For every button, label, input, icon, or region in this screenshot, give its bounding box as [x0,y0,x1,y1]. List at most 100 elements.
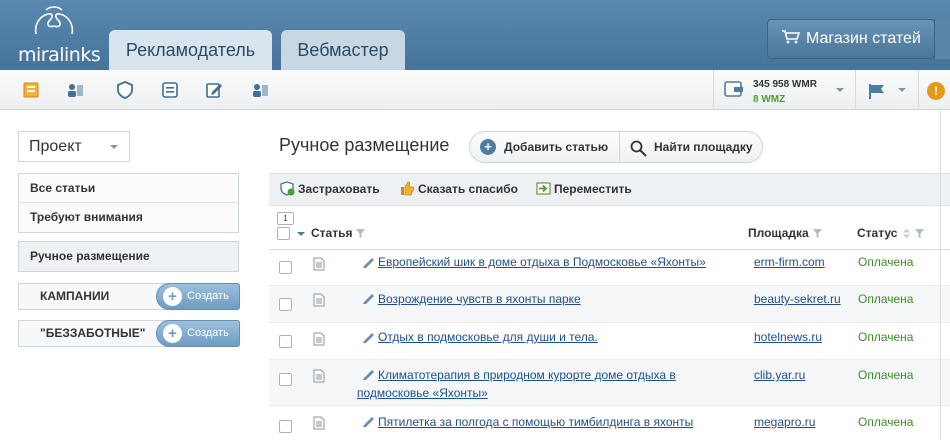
articles-icon[interactable] [22,81,40,99]
toolbar-divider [855,70,856,110]
toolbar-divider [918,70,919,110]
cart-icon [782,30,800,44]
row-checkbox[interactable] [279,298,292,311]
create-campaign-button[interactable]: + Создать [156,283,240,310]
pencil-icon[interactable] [362,292,375,304]
search-icon [630,140,647,157]
sidebar-article-filters: Все статьи Требуют внимания [18,173,239,233]
sidebar-campaigns[interactable]: КАМПАНИИ + Создать [18,283,240,310]
table-row: Европейский шик в доме отдыха в Подмоско… [269,250,950,286]
find-site-label: Найти площадку [654,140,753,154]
document-icon[interactable] [313,293,325,307]
sidebar-item-all-articles[interactable]: Все статьи [19,174,238,203]
logo[interactable]: miralinks [14,6,101,66]
shield-plus-icon [280,181,295,196]
logo-text: miralinks [18,44,101,66]
sidebar-item-manual-placement[interactable]: Ручное размещение [18,241,239,272]
filter-icon[interactable] [356,229,366,238]
sort-icon[interactable] [902,229,911,238]
shield-icon[interactable] [116,81,134,99]
create-campaign-label: Создать [187,290,229,302]
article-link[interactable]: Отдых в подмосковье для души и тела. [378,328,708,346]
row-checkbox[interactable] [279,261,292,274]
tab-webmaster[interactable]: Вебмастер [281,30,405,70]
insure-button[interactable]: Застраховать [280,174,380,205]
pencil-icon[interactable] [362,415,375,427]
site-link[interactable]: clib.yar.ru [754,368,805,382]
document-icon[interactable] [313,332,325,346]
button-divider [619,132,620,162]
add-article-label: Добавить статью [504,140,609,154]
flag-icon[interactable] [868,83,886,99]
selected-count-badge: 1 [277,212,294,225]
plus-circle-icon: + [480,139,496,155]
document-icon[interactable] [313,416,325,430]
status-badge: Оплачена [858,368,914,382]
pencil-icon[interactable] [362,331,375,343]
wallet-icon[interactable] [724,80,744,98]
pencil-icon[interactable] [362,256,375,268]
column-status-label: Статус [857,226,898,240]
select-all-checkbox[interactable] [277,227,290,240]
article-link[interactable]: Климатотерапия в природном курорте доме … [357,366,687,402]
article-shop-button[interactable]: Магазин статей [767,19,935,59]
row-checkbox[interactable] [279,420,292,433]
document-icon[interactable] [313,257,325,271]
balance-chevron-down-icon[interactable] [836,88,844,92]
site-link[interactable]: megapro.ru [754,415,815,429]
top-header: miralinks Рекламодатель Вебмастер Магази… [0,0,950,70]
list-icon[interactable] [161,81,179,99]
article-link[interactable]: Пятилетка за полгода с помощью тимбилдин… [378,413,738,431]
shop-button-label: Магазин статей [806,30,921,47]
filter-icon[interactable] [812,229,822,238]
logo-hands-icon [34,6,74,35]
users-icon[interactable] [66,81,84,99]
project-select-value: Проект [29,138,82,155]
content-right-border [940,110,941,440]
balance-wmz[interactable]: 8 WMZ [753,94,785,105]
carefree-label: "БЕЗЗАБОТНЫЕ" [40,326,146,340]
move-button[interactable]: Переместить [536,174,632,205]
tab-advertiser[interactable]: Рекламодатель [109,30,272,70]
article-link[interactable]: Возрождение чувств в яхонты парке [378,290,708,308]
site-link[interactable]: erm-firm.com [754,255,825,269]
sidebar-item-need-attention[interactable]: Требуют внимания [19,203,238,232]
main-action-buttons: + Добавить статью Найти площадку [469,131,763,163]
project-select[interactable]: Проект [18,131,130,162]
find-site-button[interactable]: Найти площадку [630,132,753,162]
create-carefree-button[interactable]: + Создать [156,320,240,347]
status-badge: Оплачена [858,415,914,429]
select-chevron-down-icon[interactable] [297,232,305,236]
add-article-button[interactable]: + Добавить статью [480,132,608,162]
filter-icon[interactable] [915,229,925,238]
thumbs-up-icon [401,181,415,196]
article-link[interactable]: Европейский шик в доме отдыха в Подмоско… [378,253,708,271]
site-link[interactable]: beauty-sekret.ru [754,292,841,306]
row-checkbox[interactable] [279,335,292,348]
header-extra-button[interactable] [934,19,950,59]
say-thanks-button[interactable]: Сказать спасибо [400,174,518,205]
balance-wmr[interactable]: 345 958 WMR [753,79,817,90]
toolbar [0,70,950,110]
column-status[interactable]: Статус [857,226,925,240]
column-article[interactable]: Статья [311,226,366,240]
status-badge: Оплачена [858,255,914,269]
toolbar-divider [713,70,714,110]
table-row: Климатотерапия в природном курорте доме … [269,360,950,406]
page-title: Ручное размещение [279,135,450,155]
status-badge: Оплачена [858,330,914,344]
flag-chevron-down-icon[interactable] [898,88,906,92]
insure-label: Застраховать [298,182,380,196]
sidebar-carefree[interactable]: "БЕЗЗАБОТНЫЕ" + Создать [18,320,240,347]
column-site[interactable]: Площадка [748,226,822,240]
edit-icon[interactable] [205,81,223,99]
table-row: Возрождение чувств в яхонты парке beauty… [269,286,950,323]
alert-icon[interactable]: ! [927,82,945,100]
site-link[interactable]: hotelnews.ru [754,330,822,344]
document-icon[interactable] [313,369,325,383]
move-label: Переместить [554,182,632,196]
table-row: Отдых в подмосковье для души и тела. hot… [269,323,950,360]
plus-icon: + [163,287,182,306]
users-card-icon[interactable] [251,81,269,99]
row-checkbox[interactable] [279,373,292,386]
